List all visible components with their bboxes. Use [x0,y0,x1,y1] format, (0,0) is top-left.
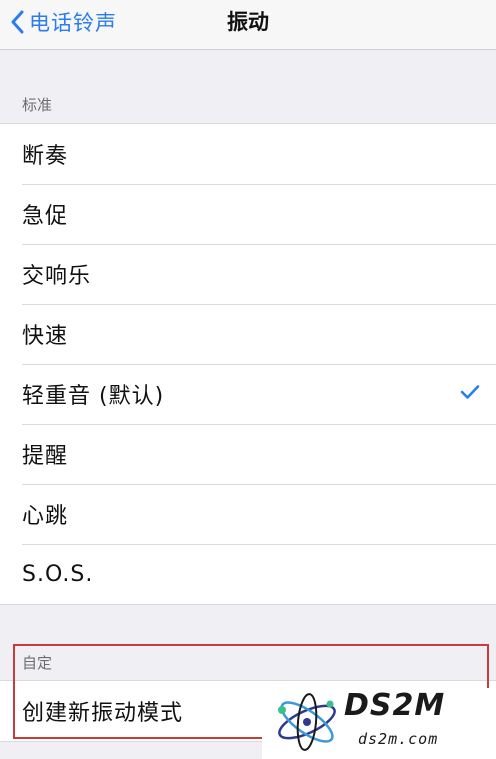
vibration-option-label: 心跳 [22,504,69,529]
watermark-site: ds2m.com [358,730,439,748]
vibration-option-label: 快速 [22,324,69,349]
vibration-option-label: 交响乐 [22,264,92,289]
vibration-option-accent-default[interactable]: 轻重音 (默认) [0,364,496,424]
vibration-option-label: 急促 [22,204,69,229]
vibration-option-alert[interactable]: 提醒 [0,424,496,484]
watermark-brand: DS2M [344,688,446,723]
vibration-option-quick[interactable]: 快速 [0,304,496,364]
vibration-option-label: S.O.S. [22,561,94,587]
navigation-bar: 电话铃声 振动 [0,0,496,50]
vibration-option-symphony[interactable]: 交响乐 [0,244,496,304]
page-title: 振动 [227,10,269,34]
vibration-option-label: 断奏 [22,144,69,169]
vibration-option-label: 提醒 [22,444,69,469]
vibration-option-staccato[interactable]: 断奏 [0,124,496,184]
vibration-option-label: 轻重音 (默认) [22,384,165,409]
watermark: DS2M ds2m.com [262,688,496,759]
checkmark-icon [460,384,480,404]
vibration-option-sos[interactable]: S.O.S. [0,544,496,604]
section-header-custom: 自定 [22,654,53,672]
vibration-option-rapid[interactable]: 急促 [0,184,496,244]
section-header-standard: 标准 [22,96,53,114]
create-new-vibration-label: 创建新振动模式 [22,701,184,726]
atom-logo-icon [272,692,342,756]
vibration-option-heartbeat[interactable]: 心跳 [0,484,496,544]
standard-vibration-list: 断奏 急促 交响乐 快速 轻重音 (默认) 提醒 心跳 S.O.S. [0,123,496,605]
